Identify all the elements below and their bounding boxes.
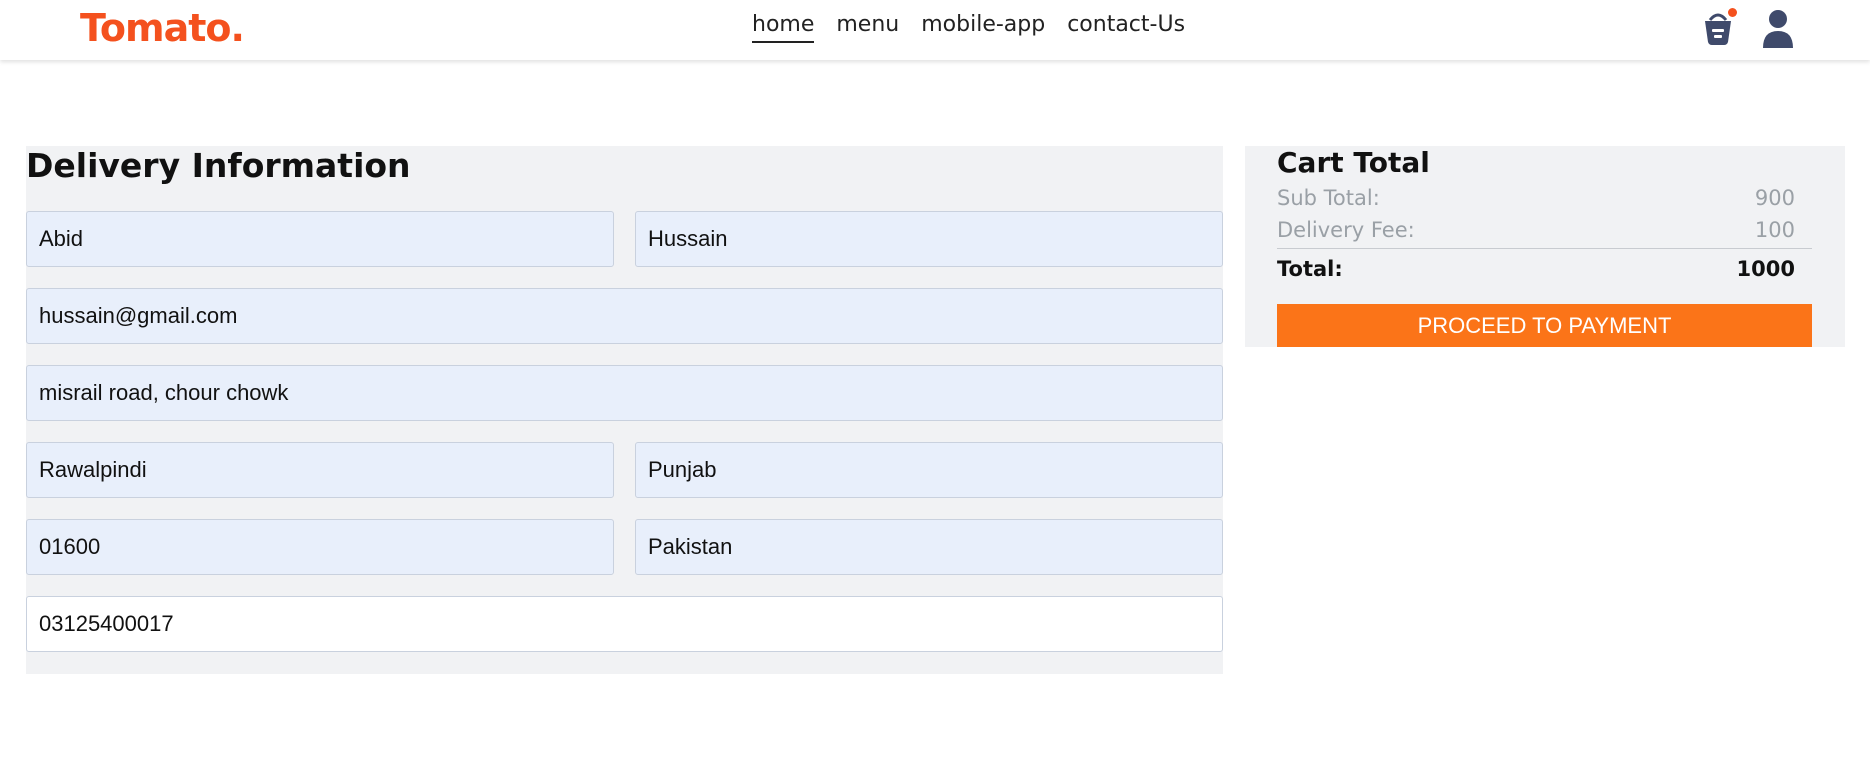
user-icon[interactable] xyxy=(1758,8,1798,48)
cart-title: Cart Total xyxy=(1277,146,1430,179)
cart-badge xyxy=(1728,8,1737,17)
nav-menu[interactable]: menu xyxy=(836,12,899,43)
last-name-input[interactable] xyxy=(635,211,1223,267)
first-name-input[interactable] xyxy=(26,211,614,267)
cart-divider xyxy=(1277,248,1812,249)
delivery-fee-value: 100 xyxy=(1754,218,1795,242)
proceed-to-payment-button[interactable]: PROCEED TO PAYMENT xyxy=(1277,304,1812,347)
top-navbar: Tomato. home menu mobile-app contact-Us xyxy=(0,0,1870,60)
subtotal-value: 900 xyxy=(1754,186,1795,210)
total-value: 1000 xyxy=(1736,257,1795,281)
country-input[interactable] xyxy=(635,519,1223,575)
main-nav: home menu mobile-app contact-Us xyxy=(752,12,1185,43)
total-label: Total: xyxy=(1277,257,1343,281)
state-input[interactable] xyxy=(635,442,1223,498)
subtotal-label: Sub Total: xyxy=(1277,186,1380,210)
zip-input[interactable] xyxy=(26,519,614,575)
email-input[interactable] xyxy=(26,288,1223,344)
street-input[interactable] xyxy=(26,365,1223,421)
city-input[interactable] xyxy=(26,442,614,498)
phone-input[interactable] xyxy=(26,596,1223,652)
nav-mobile-app[interactable]: mobile-app xyxy=(921,12,1045,43)
logo[interactable]: Tomato. xyxy=(80,6,245,50)
delivery-fee-label: Delivery Fee: xyxy=(1277,218,1415,242)
delivery-title: Delivery Information xyxy=(26,146,411,185)
nav-home[interactable]: home xyxy=(752,12,815,43)
nav-contact-us[interactable]: contact-Us xyxy=(1067,12,1185,43)
cart-total-panel: Cart Total Sub Total: 900 Delivery Fee: … xyxy=(1245,146,1845,347)
delivery-form: Delivery Information xyxy=(26,146,1223,674)
